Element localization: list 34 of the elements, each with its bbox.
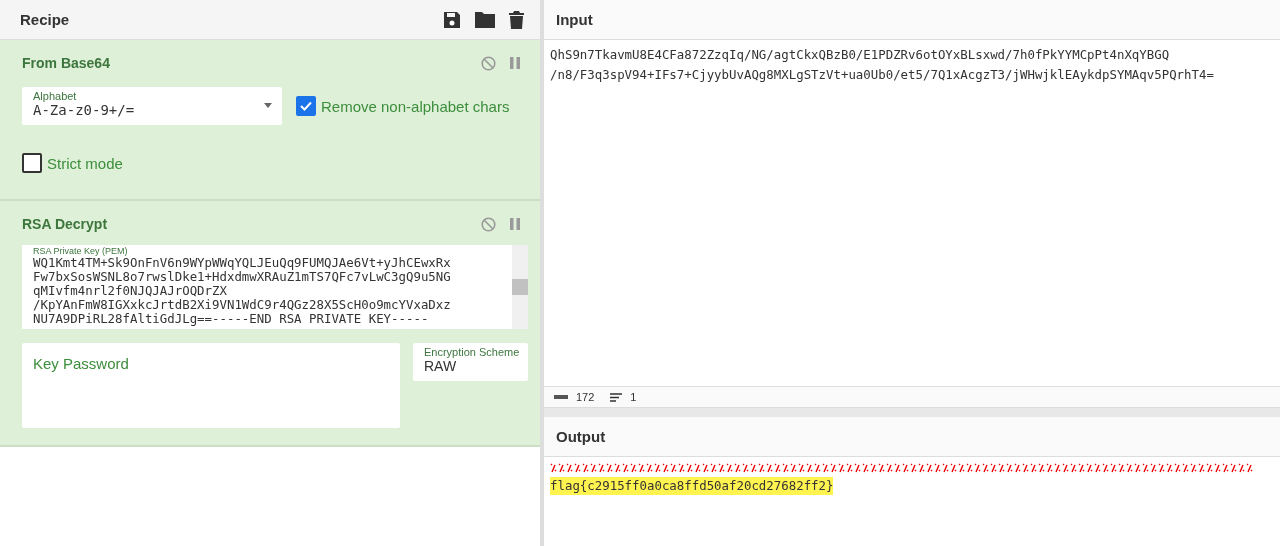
folder-icon[interactable] — [475, 11, 495, 28]
line-count: 1 — [630, 391, 637, 403]
caret-icon — [264, 103, 272, 108]
disable-icon[interactable] — [481, 216, 496, 232]
key-text-line: qMIvfm4nrl2f0NJQJAJrOQDrZX — [33, 284, 227, 298]
recipe-title: Recipe — [20, 11, 70, 28]
scrollbar[interactable] — [512, 245, 528, 329]
trash-icon[interactable] — [509, 10, 524, 29]
checkbox-label: Remove non-alphabet chars — [321, 97, 510, 115]
disable-icon[interactable] — [481, 55, 496, 71]
key-text-line: WQ1Kmt4TM+Sk9OnFnV6n9WYpWWqYQLJEuQq9FUMQJAe6Vt+yJhCEwxRx — [33, 256, 451, 270]
length-count: 172 — [576, 391, 595, 403]
input-title: Input — [556, 11, 593, 28]
key-text-line: Fw7bxSosWSNL8o7rwslDke1+HdxdmwXRAuZ1mTS7QFc7vLwC3gQ9u5NG — [33, 270, 451, 284]
operation-title: RSA Decrypt — [22, 216, 108, 232]
output-text: flag{c2915ff0a0ca8ffd50af20cd27682ff2} — [550, 477, 834, 495]
output-title: Output — [556, 428, 606, 445]
checkbox-label: Strict mode — [47, 154, 123, 172]
pause-icon[interactable] — [510, 218, 520, 230]
field-label: RSA Private Key (PEM) — [33, 246, 128, 256]
checkmark-icon — [299, 99, 313, 113]
key-password-field[interactable]: Key Password — [22, 343, 400, 428]
private-key-field[interactable] — [22, 245, 528, 329]
encryption-scheme-dropdown[interactable]: Encryption Scheme RAW — [413, 343, 528, 381]
operation-title: From Base64 — [22, 55, 110, 71]
checkbox[interactable] — [296, 96, 316, 116]
pause-icon[interactable] — [510, 57, 520, 69]
lines-icon — [610, 392, 623, 402]
checkbox[interactable] — [22, 153, 42, 173]
resize-handle[interactable] — [544, 408, 1280, 417]
key-text-line: NU7A9DPiRL28fAltiGdJLg==-----END RSA PRIVATE KEY----- — [33, 312, 429, 326]
save-icon[interactable] — [443, 10, 461, 29]
alphabet-dropdown[interactable]: Alphabet A-Za-z0-9+/= — [22, 87, 282, 125]
key-text-line: /KpYAnFmW8IGXxkcJrtdB2Xi9VN1WdC9r4QGz28X5ScH0o9mcYVxaDxz — [33, 298, 451, 312]
